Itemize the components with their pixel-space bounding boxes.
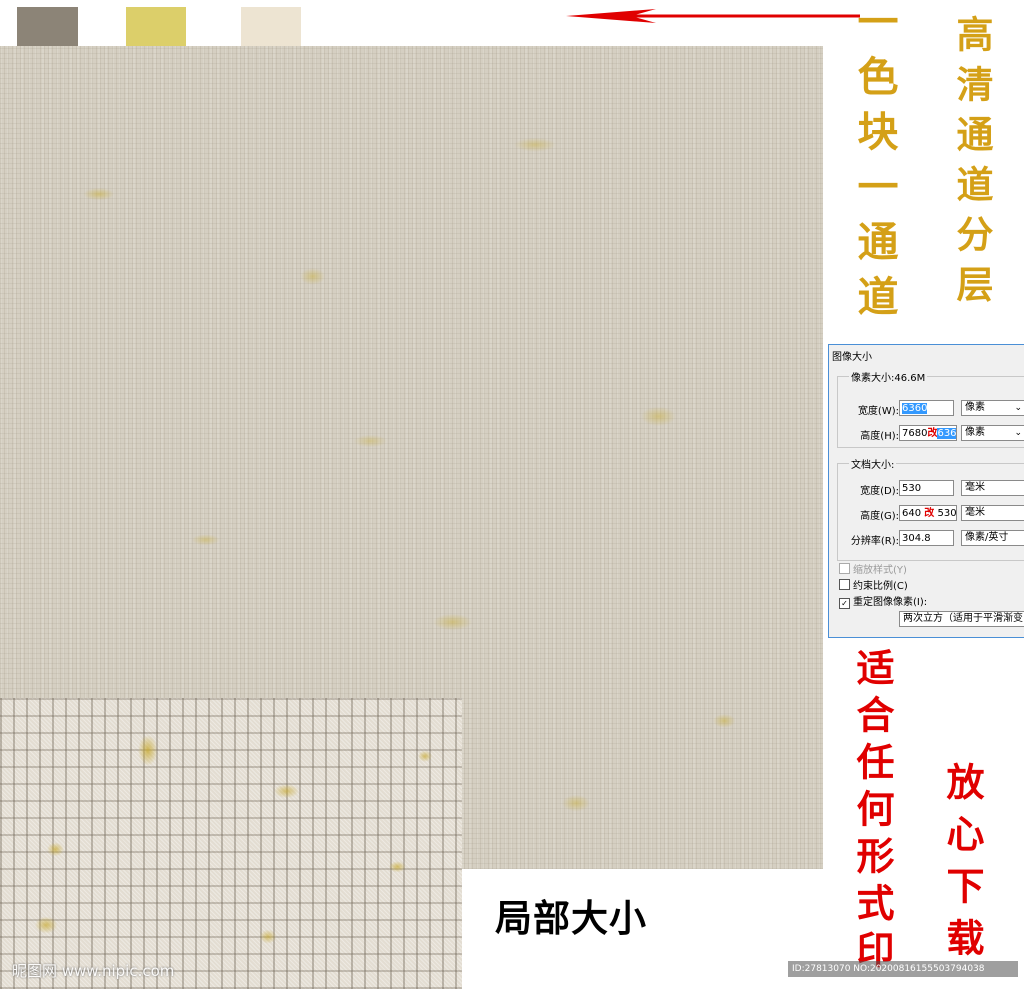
pixel-height-unit: 像素 — [965, 427, 985, 438]
chevron-down-icon: ⌄ — [1014, 403, 1022, 413]
resample-option[interactable]: ✓ 重定图像像素(I): — [839, 593, 927, 609]
doc-width-unit: 毫米 — [965, 482, 985, 493]
detail-caption: 局部大小 — [495, 897, 647, 940]
resample-label: 重定图像像素(I): — [853, 597, 928, 608]
scale-styles-checkbox[interactable] — [839, 563, 850, 574]
pixel-width-value: 6360 — [902, 403, 928, 414]
doc-height-label: 高度(G): — [860, 511, 899, 522]
title-one-color-one-channel: 一色块一通道 — [850, 0, 898, 330]
color-swatch-2 — [126, 7, 186, 46]
doc-width-input[interactable]: 530 — [899, 480, 954, 496]
download-with-confidence-text: 放心下载 — [940, 762, 985, 970]
chevron-down-icon: ⌄ — [1014, 428, 1022, 438]
pixel-size-label: 像素大小:46.6M — [849, 369, 928, 384]
texture-detail-crop — [0, 698, 462, 989]
resample-checkbox[interactable]: ✓ — [839, 598, 850, 609]
image-size-dialog: 图像大小 像素大小:46.6M 宽度(W): 6360 像素 ⌄ 高度(H): 7… — [828, 344, 1024, 638]
doc-width-label: 宽度(D): — [860, 486, 899, 497]
resolution-value: 304.8 — [902, 533, 931, 544]
title-hd-channel-layers: 高清通道分层 — [950, 15, 994, 315]
pixel-width-input[interactable]: 6360 — [899, 400, 954, 416]
constrain-proportions-option[interactable]: 约束比例(C) — [839, 577, 908, 592]
doc-height-unit-select[interactable]: 毫米 — [961, 505, 1024, 521]
pixel-height-input[interactable]: 7680改6360 — [899, 425, 957, 441]
doc-height-input[interactable]: 640 改 530 — [899, 505, 957, 521]
constrain-checkbox[interactable] — [839, 579, 850, 590]
resolution-label: 分辨率(R): — [850, 536, 899, 547]
resample-method: 两次立方（适用于平滑渐变 — [903, 613, 1023, 624]
resolution-unit: 像素/英寸 — [965, 532, 1009, 543]
pixel-height-unit-select[interactable]: 像素 ⌄ — [961, 425, 1024, 441]
site-watermark: 昵图网 www.nipic.com — [12, 962, 175, 980]
dialog-title: 图像大小 — [832, 352, 872, 363]
height-edit-mark: 改 — [927, 428, 938, 439]
height-label: 高度(H): — [860, 431, 899, 442]
left-arrow-icon — [566, 9, 860, 23]
color-swatch-3 — [241, 7, 301, 46]
pixel-width-unit: 像素 — [965, 402, 985, 413]
resolution-unit-select[interactable]: 像素/英寸 — [961, 530, 1024, 546]
doc-size-label: 文档大小: — [849, 456, 897, 471]
scale-styles-option[interactable]: 缩放样式(Y) — [839, 561, 907, 576]
doc-height-new-value: 530 — [937, 508, 957, 519]
resample-method-select[interactable]: 两次立方（适用于平滑渐变 — [899, 611, 1024, 627]
pixel-height-new-value: 6360 — [937, 428, 956, 439]
suitable-for-any-print-text: 适合任何形式印 — [850, 648, 895, 977]
scale-styles-label: 缩放样式(Y) — [853, 565, 907, 576]
doc-width-value: 530 — [902, 483, 922, 494]
id-watermark: ID:27813070 NO:20200816155503794038 — [788, 961, 1018, 977]
doc-height-old-value: 640 — [902, 508, 922, 519]
constrain-label: 约束比例(C) — [853, 581, 908, 592]
doc-width-unit-select[interactable]: 毫米 — [961, 480, 1024, 496]
color-swatch-1 — [17, 7, 78, 46]
width-label: 宽度(W): — [857, 406, 899, 417]
doc-height-edit-mark: 改 — [924, 508, 935, 519]
pixel-width-unit-select[interactable]: 像素 ⌄ — [961, 400, 1024, 416]
doc-height-unit: 毫米 — [965, 507, 985, 518]
resolution-input[interactable]: 304.8 — [899, 530, 954, 546]
pixel-height-old-value: 7680 — [902, 428, 928, 439]
